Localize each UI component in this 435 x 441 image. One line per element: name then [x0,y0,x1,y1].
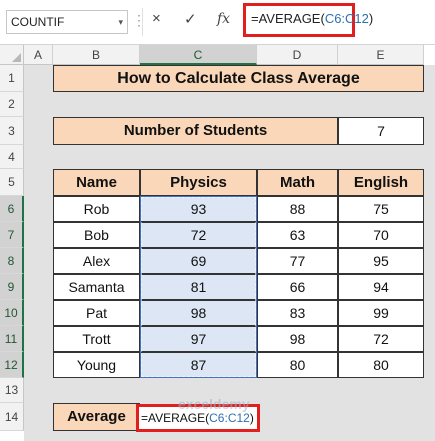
table-cell-math[interactable]: 77 [257,248,338,274]
table-cell-name[interactable]: Alex [53,248,140,274]
column-header-d[interactable]: D [257,45,338,65]
row-header-10[interactable]: 10 [0,300,24,326]
column-header-e[interactable]: E [338,45,424,65]
row-header-14[interactable]: 14 [0,403,24,431]
table-cell-physics[interactable]: 87 [140,352,257,378]
header-physics[interactable]: Physics [140,169,257,196]
row-header-9[interactable]: 9 [0,274,24,300]
chevron-down-icon[interactable]: ▾ [118,11,123,33]
formula-suffix: ) [368,11,374,26]
table-cell-name[interactable]: Samanta [53,274,140,300]
row-header-6[interactable]: 6 [0,196,24,222]
table-cell-physics[interactable]: 93 [140,196,257,222]
name-box[interactable]: COUNTIF ▾ [6,10,128,34]
row-header-2[interactable]: 2 [0,92,24,117]
table-cell-english[interactable]: 70 [338,222,424,248]
table-cell-name[interactable]: Bob [53,222,140,248]
table-cell-math[interactable]: 83 [257,300,338,326]
header-english[interactable]: English [338,169,424,196]
watermark-logo: exceldemy [178,396,250,412]
column-header-c[interactable]: C [140,45,257,65]
row-header-4[interactable]: 4 [0,145,24,169]
table-cell-physics[interactable]: 98 [140,300,257,326]
formula-prefix: =AVERAGE( [251,11,325,26]
table-cell-english[interactable]: 75 [338,196,424,222]
table-cell-physics[interactable]: 69 [140,248,257,274]
students-value-cell[interactable]: 7 [338,117,424,145]
average-formula-prefix: =AVERAGE( [141,411,210,425]
row-header-13[interactable]: 13 [0,378,24,403]
table-cell-math[interactable]: 63 [257,222,338,248]
formula-range-ref: C6:C12 [324,11,369,26]
row-header-3[interactable]: 3 [0,117,24,145]
table-cell-math[interactable]: 66 [257,274,338,300]
name-box-value: COUNTIF [11,15,65,29]
table-cell-name[interactable]: Trott [53,326,140,352]
average-formula-suffix: ) [249,411,254,425]
table-cell-physics[interactable]: 97 [140,326,257,352]
table-cell-english[interactable]: 72 [338,326,424,352]
table-cell-name[interactable]: Rob [53,196,140,222]
table-cell-english[interactable]: 95 [338,248,424,274]
formula-input[interactable]: =AVERAGE(C6:C12) [243,3,373,37]
header-name[interactable]: Name [53,169,140,196]
table-cell-physics[interactable]: 81 [140,274,257,300]
table-cell-english[interactable]: 99 [338,300,424,326]
row-header-1[interactable]: 1 [0,65,24,92]
row-header-12[interactable]: 12 [0,352,24,378]
table-cell-english[interactable]: 94 [338,274,424,300]
students-label-cell[interactable]: Number of Students [53,117,338,145]
row-header-8[interactable]: 8 [0,248,24,274]
average-formula-ref: C6:C12 [209,411,250,425]
formula-bar: COUNTIF ▾ ⋮ × ✓ fx =AVERAGE(C6:C12) [0,0,435,45]
row-header-5[interactable]: 5 [0,169,24,196]
cancel-icon[interactable]: × [152,10,161,27]
row-header-7[interactable]: 7 [0,222,24,248]
select-all-corner[interactable] [0,45,24,65]
column-header-b[interactable]: B [53,45,140,65]
more-options-icon[interactable]: ⋮ [132,12,146,29]
table-cell-name[interactable]: Pat [53,300,140,326]
column-header-a[interactable]: A [24,45,53,65]
confirm-icon[interactable]: ✓ [184,10,197,28]
table-cell-physics[interactable]: 72 [140,222,257,248]
sheet-title[interactable]: How to Calculate Class Average [53,65,424,92]
table-cell-math[interactable]: 88 [257,196,338,222]
header-math[interactable]: Math [257,169,338,196]
formula-bar-divider [142,8,143,36]
table-cell-english[interactable]: 80 [338,352,424,378]
insert-function-icon[interactable]: fx [217,11,230,27]
table-cell-name[interactable]: Young [53,352,140,378]
row-header-11[interactable]: 11 [0,326,24,352]
table-cell-math[interactable]: 98 [257,326,338,352]
table-cell-math[interactable]: 80 [257,352,338,378]
average-label-cell[interactable]: Average [53,403,140,431]
